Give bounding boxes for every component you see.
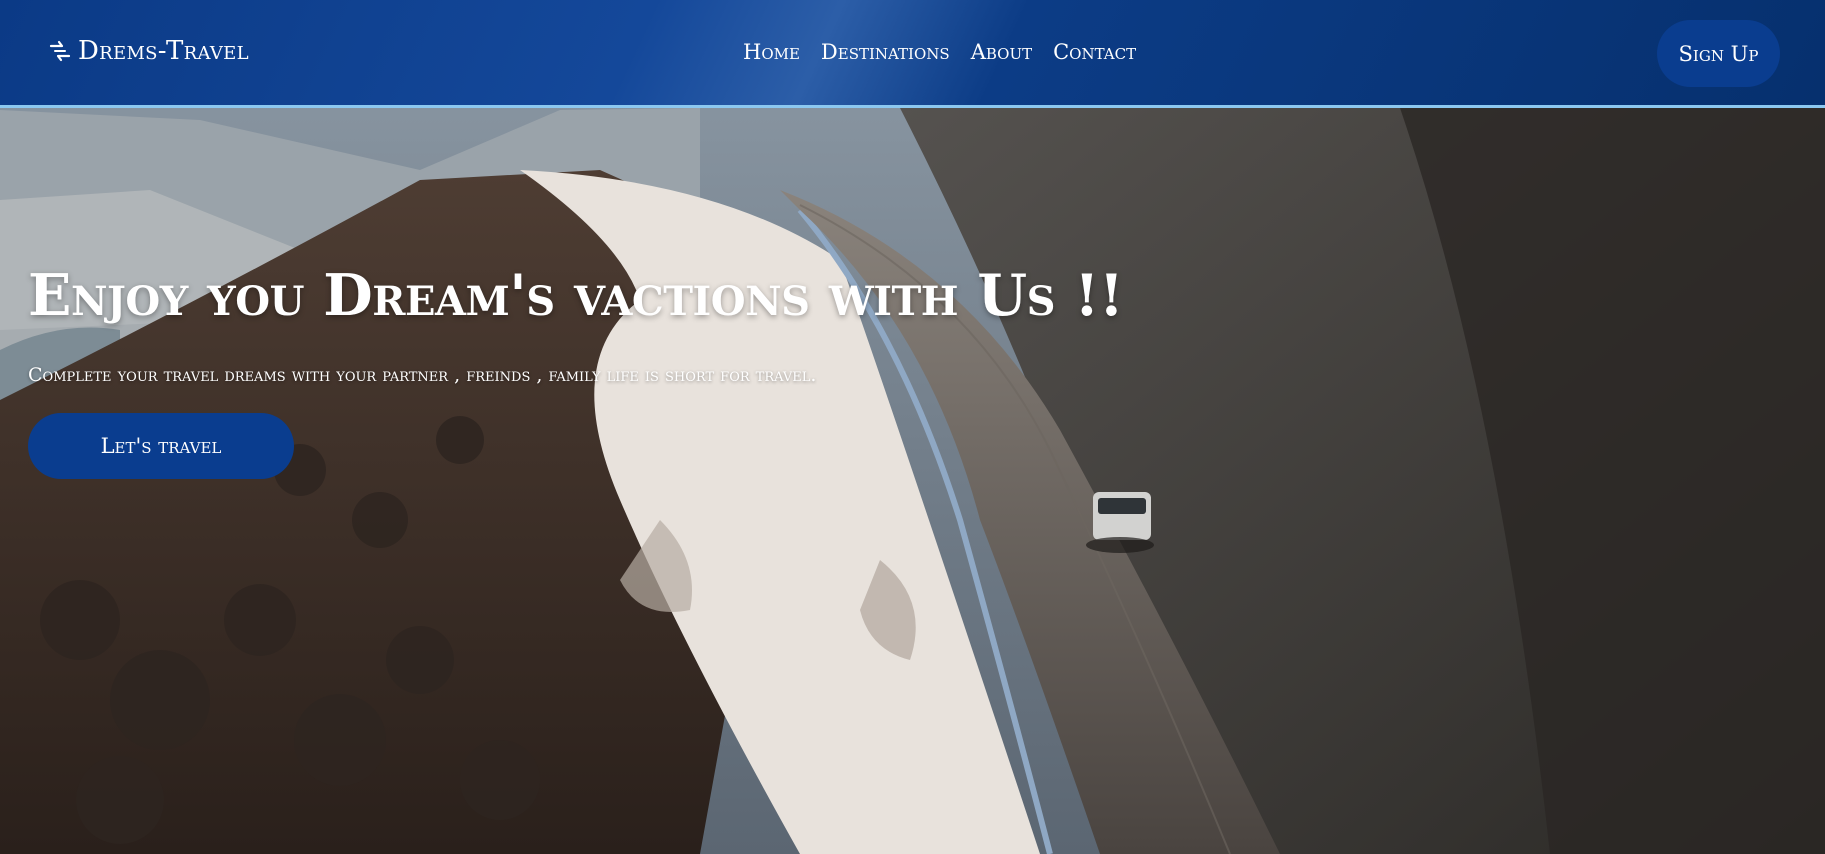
- brand-logo[interactable]: Drems-Travel: [48, 36, 249, 66]
- lets-travel-button[interactable]: Let's travel: [28, 413, 294, 479]
- suv-on-road: [1086, 492, 1154, 553]
- plane-swap-icon: [49, 40, 71, 62]
- nav-link-about[interactable]: About: [971, 40, 1032, 64]
- nav-link-destinations[interactable]: Destinations: [821, 40, 950, 64]
- nav-link-home[interactable]: Home: [743, 40, 800, 64]
- page: Drems-Travel Home Destinations About Con…: [0, 0, 1825, 854]
- sign-up-button[interactable]: Sign Up: [1657, 20, 1780, 87]
- brand-name: Drems-Travel: [78, 36, 249, 66]
- navbar: Drems-Travel Home Destinations About Con…: [0, 0, 1825, 108]
- nav-links: Home Destinations About Contact: [743, 40, 1136, 64]
- hero-title: Enjoy you Dream's vactions with Us !!: [28, 262, 1124, 329]
- hero-subtitle: Complete your travel dreams with your pa…: [28, 364, 817, 386]
- nav-link-contact[interactable]: Contact: [1053, 40, 1136, 64]
